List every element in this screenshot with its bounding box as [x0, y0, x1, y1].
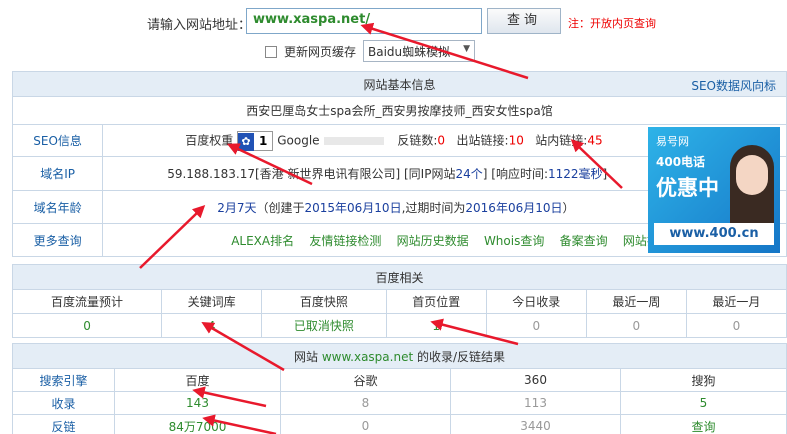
ad-tel: 400电话 — [656, 155, 706, 169]
ad-banner[interactable]: 易号网 400电话 优惠中 www.400.cn — [648, 127, 780, 253]
keyword-count-value[interactable]: 4 — [161, 313, 263, 338]
results-header: 网站 www.xaspa.net 的收录/反链结果 — [12, 343, 787, 369]
column-header: 360 — [450, 368, 621, 392]
age-expire-prefix: ,过期时间为 — [401, 200, 466, 215]
traffic-estimate-value: 0 — [11, 313, 163, 338]
backlinks-value[interactable]: 0 — [437, 133, 445, 147]
baidu-weight-badge[interactable]: ✿ 1 — [237, 130, 274, 151]
engine-select[interactable]: Baidu蜘蛛模拟 ▼ — [363, 40, 475, 62]
baidu-columns: 百度流量预计 关键词库 百度快照 首页位置 今日收录 最近一周 最近一月 — [11, 289, 787, 314]
baidu-related-table: 百度相关 百度流量预计 关键词库 百度快照 首页位置 今日收录 最近一周 最近一… — [11, 264, 787, 338]
ad-brand: 易号网 — [656, 135, 689, 148]
google-label: Google — [277, 133, 320, 147]
response-time-value: 1122毫秒 — [548, 167, 603, 181]
column-header: 搜狗 — [620, 368, 787, 392]
results-columns: 搜索引擎 百度 谷歌 360 搜狗 — [12, 368, 787, 392]
outbound-value[interactable]: 10 — [509, 133, 524, 147]
column-header: 关键词库 — [161, 289, 263, 314]
results-header-suffix: 的收录/反链结果 — [416, 349, 506, 364]
response-prefix: [响应时间: — [491, 167, 548, 181]
same-ip-suffix: ] — [482, 167, 488, 181]
google-backlink-value[interactable]: 0 — [280, 414, 451, 434]
site-title: 西安巴厘岛女士spa会所_西安男按摩技师_西安女性spa馆 — [12, 96, 787, 125]
domain-ip-label: 域名IP — [11, 156, 104, 191]
same-ip-prefix: [同IP网站 — [404, 167, 456, 181]
update-cache-checkbox[interactable] — [265, 46, 277, 58]
seo-trend-link[interactable]: SEO数据风向标 — [691, 77, 776, 94]
seo-info-label: SEO信息 — [11, 124, 104, 157]
age-suffix: ） — [562, 200, 575, 215]
backlinks-label: 反链数: — [397, 133, 438, 147]
outbound-label: 出站链接: — [456, 133, 509, 147]
basic-info-title: 网站基本信息 — [363, 77, 436, 92]
alexa-link[interactable]: ALEXA排名 — [231, 234, 294, 248]
domain-age-value: 2月7天 — [217, 200, 257, 215]
created-date: 2015年06月10日 — [304, 200, 402, 215]
history-data-link[interactable]: 网站历史数据 — [397, 234, 469, 248]
so360-backlink-value[interactable]: 3440 — [450, 414, 621, 434]
baidu-related-header: 百度相关 — [12, 264, 787, 290]
column-header: 百度 — [114, 368, 281, 392]
expire-date: 2016年06月10日 — [465, 200, 563, 215]
index-results-table: 网站 www.xaspa.net 的收录/反链结果 搜索引擎 百度 谷歌 360… — [12, 343, 787, 434]
paw-icon: ✿ — [238, 132, 255, 151]
chevron-down-icon: ▼ — [463, 44, 470, 54]
column-header: 百度快照 — [261, 289, 387, 314]
baidu-weight-label: 百度权重 — [185, 133, 234, 147]
column-header: 最近一月 — [685, 289, 787, 314]
row-label: 反链 — [12, 414, 115, 434]
table-row: 收录 143 8 113 5 — [12, 391, 787, 415]
same-ip-count[interactable]: 24个 — [455, 167, 482, 181]
baidu-values: 0 4 已取消快照 1 0 0 0 — [11, 313, 787, 338]
baidu-backlink-value[interactable]: 84万7000 — [114, 414, 281, 434]
engine-select-value: Baidu蜘蛛模拟 — [368, 45, 451, 59]
so360-indexed-value[interactable]: 113 — [450, 391, 621, 415]
google-pr-bar — [323, 136, 384, 145]
friend-link-check-link[interactable]: 友情链接检测 — [309, 234, 381, 248]
url-label: 请输入网站地址： — [147, 18, 252, 33]
url-input[interactable]: www.xaspa.net/ — [246, 8, 482, 34]
row-label: 收录 — [12, 391, 115, 415]
column-header: 谷歌 — [280, 368, 451, 392]
results-domain: www.xaspa.net — [321, 349, 414, 364]
table-row: 反链 84万7000 0 3440 查询 — [12, 414, 787, 434]
last-week-value: 0 — [585, 313, 687, 338]
google-indexed-value[interactable]: 8 — [280, 391, 451, 415]
more-query-label: 更多查询 — [11, 223, 104, 257]
sogou-indexed-value[interactable]: 5 — [620, 391, 787, 415]
domain-age-label: 域名年龄 — [11, 190, 104, 224]
response-suffix: ] — [602, 167, 608, 181]
snapshot-value[interactable]: 已取消快照 — [261, 313, 387, 338]
ip-text: 59.188.183.17[香港 新世界电讯有限公司] — [167, 167, 401, 181]
baidu-indexed-value[interactable]: 143 — [114, 391, 281, 415]
whois-link[interactable]: Whois查询 — [484, 234, 544, 248]
query-bar: 请输入网站地址： www.xaspa.net/ 查询 注：开放内页查询 更新网页… — [0, 0, 787, 68]
internal-label: 站内链接: — [535, 133, 588, 147]
column-header: 首页位置 — [385, 289, 487, 314]
column-header: 百度流量预计 — [11, 289, 163, 314]
age-created-prefix: （创建于 — [256, 200, 305, 215]
ad-url: www.400.cn — [654, 223, 774, 245]
internal-value[interactable]: 45 — [587, 133, 602, 147]
column-header: 最近一周 — [585, 289, 687, 314]
today-indexed-value: 0 — [485, 313, 587, 338]
baidu-weight-value: 1 — [259, 133, 268, 148]
column-header: 今日收录 — [485, 289, 587, 314]
query-button[interactable]: 查询 — [487, 8, 561, 34]
column-header: 搜索引擎 — [12, 368, 115, 392]
results-header-prefix: 网站 — [293, 349, 318, 364]
notice-text: 注：开放内页查询 — [568, 17, 656, 30]
basic-info-header: 网站基本信息 SEO数据风向标 — [12, 71, 787, 97]
ad-offer: 优惠中 — [656, 176, 719, 200]
update-cache-label: 更新网页缓存 — [284, 45, 357, 59]
ad-face-icon — [736, 155, 768, 195]
homepage-position-value: 1 — [385, 313, 487, 338]
sogou-query-link[interactable]: 查询 — [620, 414, 787, 434]
last-month-value: 0 — [685, 313, 787, 338]
icp-record-link[interactable]: 备案查询 — [560, 234, 608, 248]
